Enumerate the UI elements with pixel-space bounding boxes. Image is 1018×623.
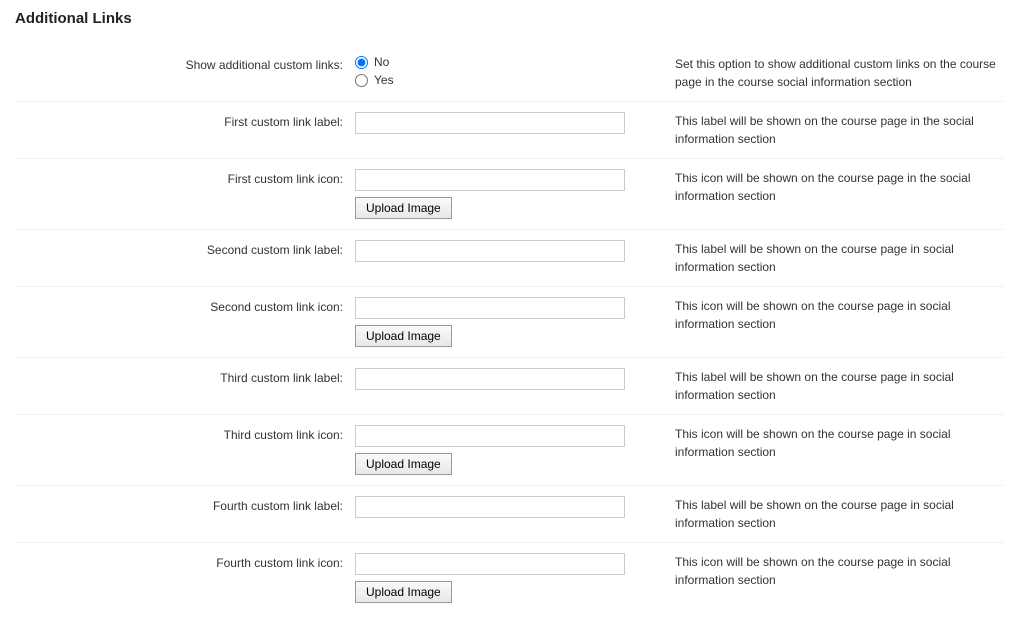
radio-yes[interactable] bbox=[355, 74, 368, 87]
fourth-icon-input[interactable] bbox=[355, 553, 625, 575]
third-icon-input[interactable] bbox=[355, 425, 625, 447]
second-icon-upload-button[interactable]: Upload Image bbox=[355, 325, 452, 347]
row-second-icon: Second custom link icon: Upload Image Th… bbox=[15, 287, 1003, 358]
row-third-label: Third custom link label: This label will… bbox=[15, 358, 1003, 415]
row-show-links: Show additional custom links: No Yes Set… bbox=[15, 45, 1003, 102]
section-title: Additional Links bbox=[15, 10, 1003, 27]
radio-no-item[interactable]: No bbox=[355, 55, 663, 69]
row-fourth-label: Fourth custom link label: This label wil… bbox=[15, 486, 1003, 543]
third-label-label: Third custom link label: bbox=[15, 368, 355, 385]
third-icon-upload-button[interactable]: Upload Image bbox=[355, 453, 452, 475]
fourth-label-input[interactable] bbox=[355, 496, 625, 518]
radio-yes-label: Yes bbox=[374, 73, 394, 87]
row-first-label: First custom link label: This label will… bbox=[15, 102, 1003, 159]
second-label-label: Second custom link label: bbox=[15, 240, 355, 257]
first-label-label: First custom link label: bbox=[15, 112, 355, 129]
first-icon-label: First custom link icon: bbox=[15, 169, 355, 186]
second-icon-input[interactable] bbox=[355, 297, 625, 319]
fourth-icon-desc: This icon will be shown on the course pa… bbox=[675, 553, 1003, 589]
first-label-input[interactable] bbox=[355, 112, 625, 134]
fourth-icon-upload-button[interactable]: Upload Image bbox=[355, 581, 452, 603]
radio-no-label: No bbox=[374, 55, 389, 69]
show-links-radio-group: No Yes bbox=[355, 55, 663, 87]
first-icon-desc: This icon will be shown on the course pa… bbox=[675, 169, 1003, 205]
row-fourth-icon: Fourth custom link icon: Upload Image Th… bbox=[15, 543, 1003, 613]
second-icon-desc: This icon will be shown on the course pa… bbox=[675, 297, 1003, 333]
second-icon-label: Second custom link icon: bbox=[15, 297, 355, 314]
fourth-label-desc: This label will be shown on the course p… bbox=[675, 496, 1003, 532]
fourth-label-label: Fourth custom link label: bbox=[15, 496, 355, 513]
show-links-desc: Set this option to show additional custo… bbox=[675, 55, 1003, 91]
third-label-input[interactable] bbox=[355, 368, 625, 390]
row-second-label: Second custom link label: This label wil… bbox=[15, 230, 1003, 287]
first-icon-upload-button[interactable]: Upload Image bbox=[355, 197, 452, 219]
third-label-desc: This label will be shown on the course p… bbox=[675, 368, 1003, 404]
row-first-icon: First custom link icon: Upload Image Thi… bbox=[15, 159, 1003, 230]
radio-no[interactable] bbox=[355, 56, 368, 69]
radio-yes-item[interactable]: Yes bbox=[355, 73, 663, 87]
row-third-icon: Third custom link icon: Upload Image Thi… bbox=[15, 415, 1003, 486]
first-label-desc: This label will be shown on the course p… bbox=[675, 112, 1003, 148]
second-label-input[interactable] bbox=[355, 240, 625, 262]
third-icon-desc: This icon will be shown on the course pa… bbox=[675, 425, 1003, 461]
fourth-icon-label: Fourth custom link icon: bbox=[15, 553, 355, 570]
show-links-label: Show additional custom links: bbox=[15, 55, 355, 72]
second-label-desc: This label will be shown on the course p… bbox=[675, 240, 1003, 276]
first-icon-input[interactable] bbox=[355, 169, 625, 191]
third-icon-label: Third custom link icon: bbox=[15, 425, 355, 442]
